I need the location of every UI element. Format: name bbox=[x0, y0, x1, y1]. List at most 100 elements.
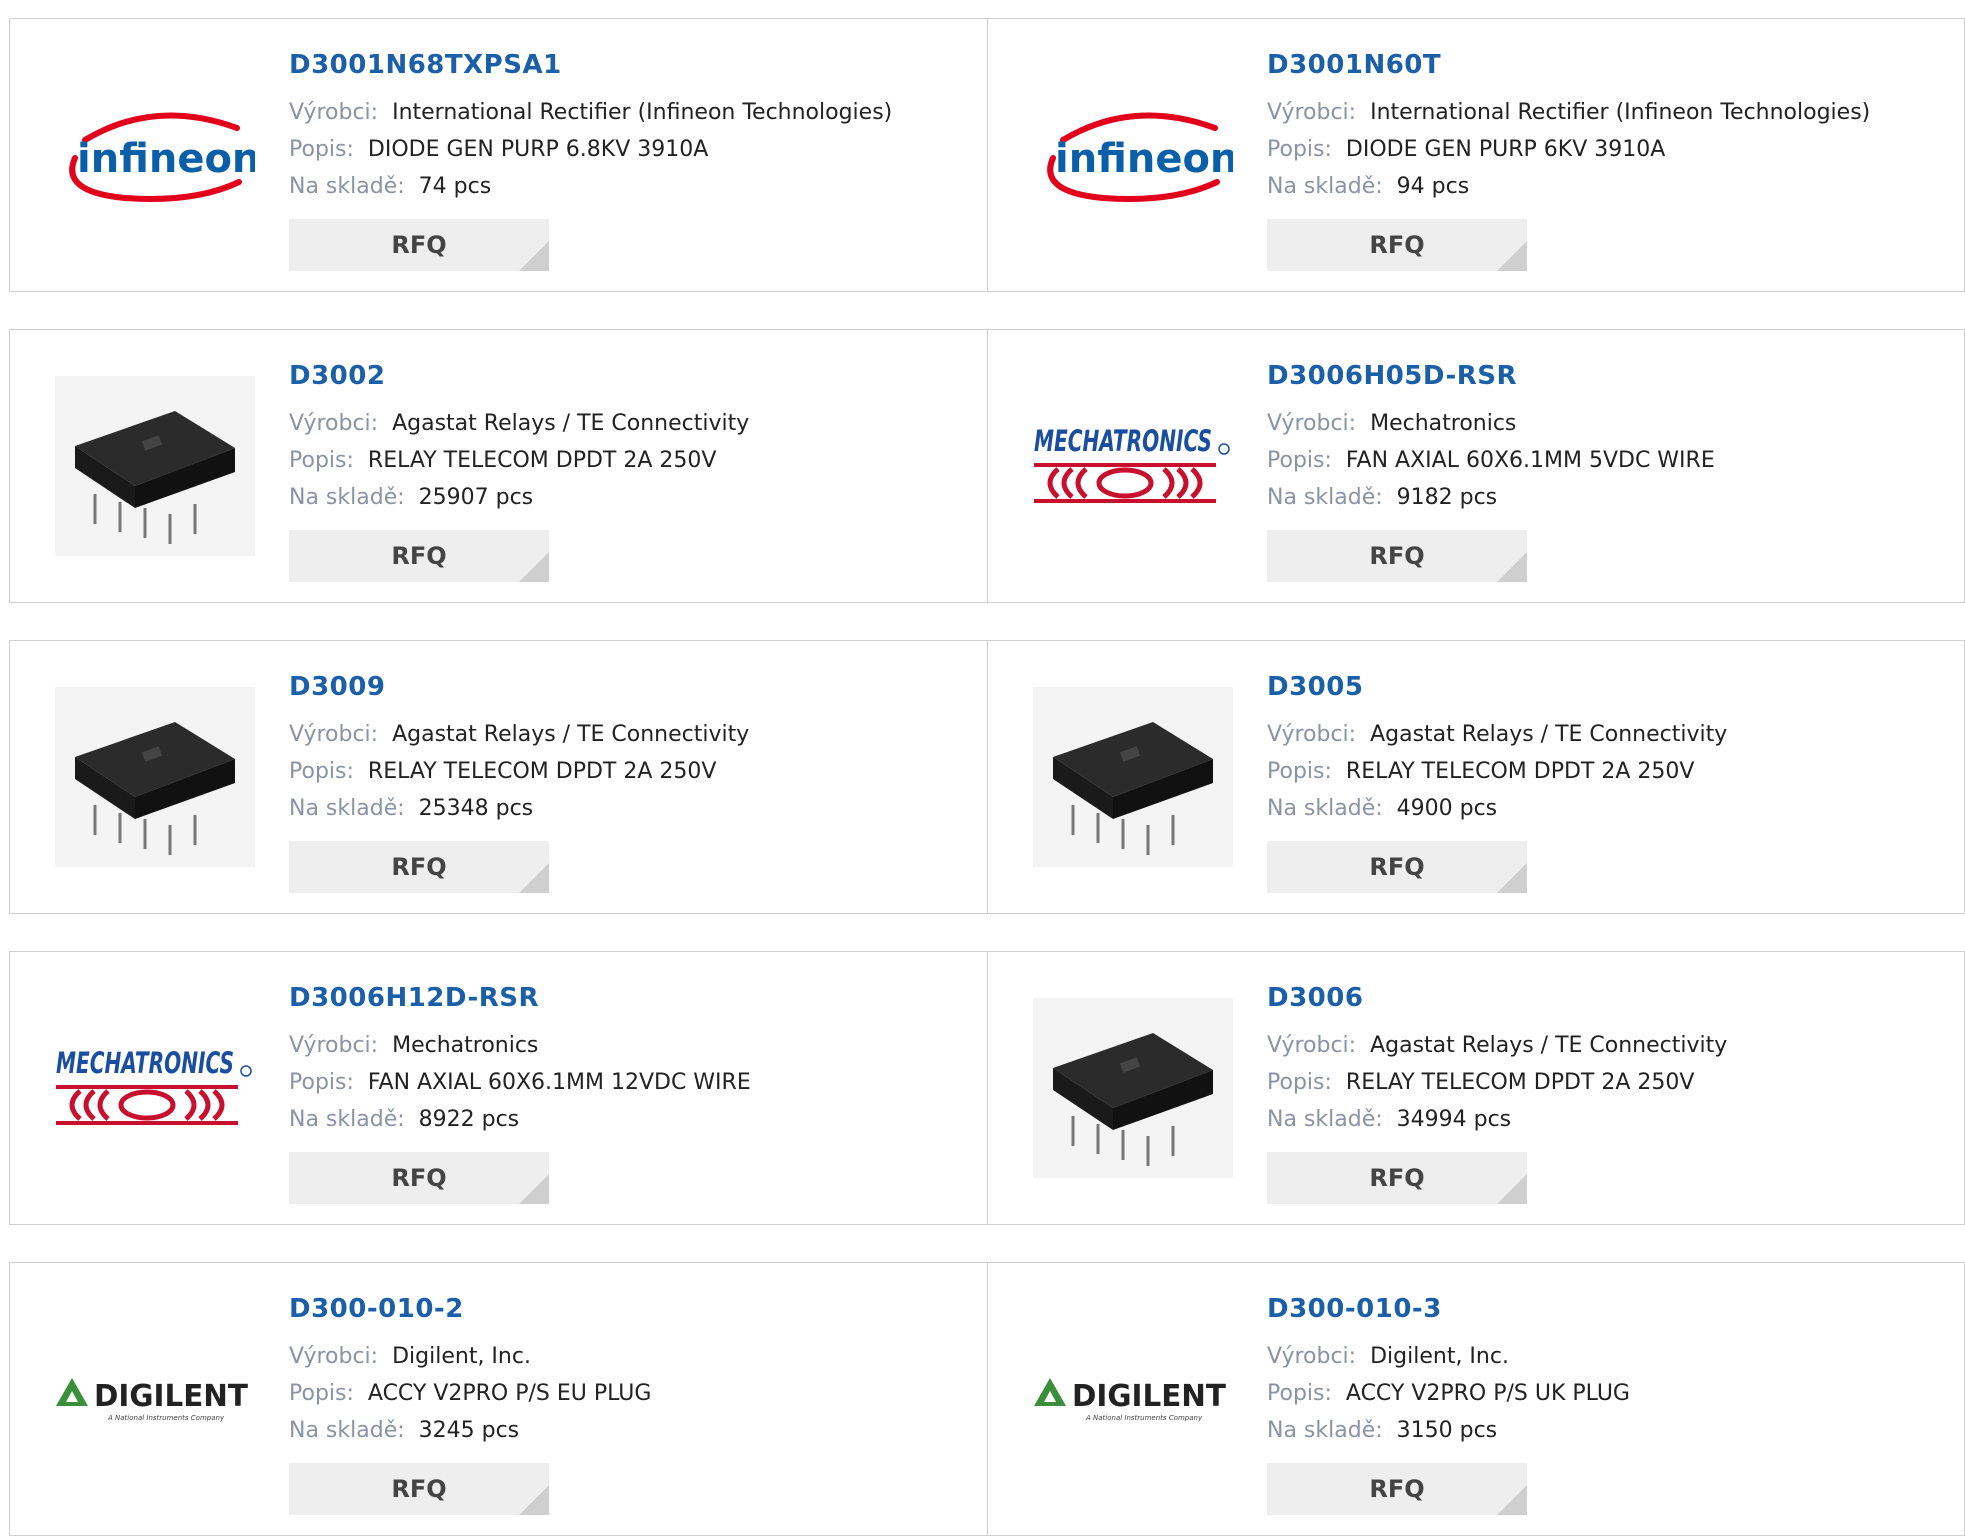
description-value: ACCY V2PRO P/S UK PLUG bbox=[1345, 1381, 1630, 1406]
rfq-label: RFQ bbox=[391, 1164, 447, 1192]
part-number-link[interactable]: D3006 bbox=[1267, 982, 1727, 1014]
part-number-link[interactable]: D3006H12D-RSR bbox=[289, 982, 751, 1014]
stock-line: Na skladě: 94 pcs bbox=[1267, 168, 1870, 205]
rfq-button[interactable]: RFQ bbox=[1267, 1463, 1527, 1515]
rfq-corner-decoration bbox=[1497, 241, 1527, 271]
manufacturer-logo[interactable] bbox=[50, 687, 260, 867]
product-card: infineon D3001N68TXPSA1 Výrobci: Internat… bbox=[10, 19, 987, 291]
manufacturer-line: Výrobci: Mechatronics bbox=[289, 1027, 751, 1064]
stock-label: Na skladě: bbox=[1267, 796, 1383, 821]
stock-line: Na skladě: 25907 pcs bbox=[289, 479, 749, 516]
product-info: D3006 Výrobci: Agastat Relays / TE Connec… bbox=[1267, 982, 1727, 1204]
description-value: RELAY TELECOM DPDT 2A 250V bbox=[367, 448, 717, 473]
manufacturer-logo[interactable]: infineon bbox=[50, 65, 260, 245]
part-number-link[interactable]: D300-010-2 bbox=[289, 1293, 651, 1325]
rfq-button[interactable]: RFQ bbox=[289, 219, 549, 271]
stock-value: 4900 pcs bbox=[1396, 796, 1498, 821]
rfq-label: RFQ bbox=[1369, 231, 1425, 259]
stock-line: Na skladě: 34994 pcs bbox=[1267, 1101, 1727, 1138]
rfq-button[interactable]: RFQ bbox=[289, 1463, 549, 1515]
manufacturer-label: Výrobci: bbox=[1267, 1344, 1357, 1369]
manufacturer-logo[interactable]: DIGILENT A National Instruments Company bbox=[50, 1309, 260, 1489]
stock-line: Na skladě: 3245 pcs bbox=[289, 1412, 651, 1449]
description-label: Popis: bbox=[1267, 759, 1332, 784]
description-value: RELAY TELECOM DPDT 2A 250V bbox=[367, 759, 717, 784]
manufacturer-value: International Rectifier (Infineon Techno… bbox=[392, 100, 893, 125]
rfq-corner-decoration bbox=[1497, 1174, 1527, 1204]
description-line: Popis: ACCY V2PRO P/S UK PLUG bbox=[1267, 1375, 1630, 1412]
description-value: RELAY TELECOM DPDT 2A 250V bbox=[1345, 759, 1695, 784]
rfq-button[interactable]: RFQ bbox=[1267, 1152, 1527, 1204]
rfq-label: RFQ bbox=[1369, 1164, 1425, 1192]
manufacturer-logo[interactable] bbox=[1028, 998, 1238, 1178]
description-line: Popis: ACCY V2PRO P/S EU PLUG bbox=[289, 1375, 651, 1412]
rfq-corner-decoration bbox=[1497, 552, 1527, 582]
manufacturer-logo[interactable]: MECHATRONICS bbox=[1028, 376, 1238, 556]
part-number-link[interactable]: D3009 bbox=[289, 671, 749, 703]
part-number-link[interactable]: D3006H05D-RSR bbox=[1267, 360, 1715, 392]
stock-line: Na skladě: 25348 pcs bbox=[289, 790, 749, 827]
manufacturer-logo[interactable] bbox=[50, 376, 260, 556]
relay-image bbox=[1033, 687, 1233, 867]
description-label: Popis: bbox=[289, 448, 354, 473]
stock-label: Na skladě: bbox=[1267, 174, 1383, 199]
rfq-label: RFQ bbox=[391, 231, 447, 259]
manufacturer-line: Výrobci: Mechatronics bbox=[1267, 405, 1715, 442]
stock-value: 25348 pcs bbox=[418, 796, 534, 821]
stock-label: Na skladě: bbox=[289, 1418, 405, 1443]
product-info: D3009 Výrobci: Agastat Relays / TE Connec… bbox=[289, 671, 749, 893]
rfq-button[interactable]: RFQ bbox=[1267, 530, 1527, 582]
logo-text: infineon bbox=[1055, 136, 1233, 182]
part-number-link[interactable]: D3001N60T bbox=[1267, 49, 1870, 81]
manufacturer-value: Agastat Relays / TE Connectivity bbox=[1370, 1033, 1728, 1058]
stock-label: Na skladě: bbox=[289, 1107, 405, 1132]
manufacturer-logo[interactable]: MECHATRONICS bbox=[50, 998, 260, 1178]
product-card: DIGILENT A National Instruments Company … bbox=[987, 1263, 1964, 1535]
product-info: D300-010-2 Výrobci: Digilent, Inc. Popis:… bbox=[289, 1293, 651, 1515]
description-label: Popis: bbox=[1267, 1070, 1332, 1095]
stock-label: Na skladě: bbox=[1267, 485, 1383, 510]
logo-text: MECHATRONICS bbox=[56, 1046, 234, 1080]
description-line: Popis: DIODE GEN PURP 6.8KV 3910A bbox=[289, 131, 892, 168]
part-number-link[interactable]: D3002 bbox=[289, 360, 749, 392]
manufacturer-line: Výrobci: Agastat Relays / TE Connectivity bbox=[289, 405, 749, 442]
rfq-label: RFQ bbox=[1369, 542, 1425, 570]
stock-value: 8922 pcs bbox=[418, 1107, 520, 1132]
relay-image bbox=[1033, 998, 1233, 1178]
rfq-corner-decoration bbox=[519, 1174, 549, 1204]
description-line: Popis: DIODE GEN PURP 6KV 3910A bbox=[1267, 131, 1870, 168]
description-value: DIODE GEN PURP 6KV 3910A bbox=[1345, 137, 1666, 162]
stock-value: 3245 pcs bbox=[418, 1418, 520, 1443]
manufacturer-line: Výrobci: Agastat Relays / TE Connectivity bbox=[289, 716, 749, 753]
description-label: Popis: bbox=[289, 137, 354, 162]
product-info: D3006H05D-RSR Výrobci: Mechatronics Popis… bbox=[1267, 360, 1715, 582]
product-info: D3005 Výrobci: Agastat Relays / TE Connec… bbox=[1267, 671, 1727, 893]
stock-value: 74 pcs bbox=[418, 174, 492, 199]
rfq-button[interactable]: RFQ bbox=[289, 530, 549, 582]
rfq-button[interactable]: RFQ bbox=[289, 1152, 549, 1204]
product-card: D3002 Výrobci: Agastat Relays / TE Connec… bbox=[10, 330, 987, 602]
description-line: Popis: RELAY TELECOM DPDT 2A 250V bbox=[289, 442, 749, 479]
rfq-button[interactable]: RFQ bbox=[1267, 219, 1527, 271]
manufacturer-logo[interactable]: infineon bbox=[1028, 65, 1238, 245]
manufacturer-value: Agastat Relays / TE Connectivity bbox=[392, 411, 750, 436]
description-value: FAN AXIAL 60X6.1MM 12VDC WIRE bbox=[367, 1070, 751, 1095]
infineon-logo: infineon bbox=[1047, 112, 1233, 202]
part-number-link[interactable]: D3005 bbox=[1267, 671, 1727, 703]
description-value: ACCY V2PRO P/S EU PLUG bbox=[367, 1381, 652, 1406]
manufacturer-logo[interactable] bbox=[1028, 687, 1238, 867]
part-number-link[interactable]: D3001N68TXPSA1 bbox=[289, 49, 892, 81]
stock-line: Na skladě: 74 pcs bbox=[289, 168, 892, 205]
product-info: D3006H12D-RSR Výrobci: Mechatronics Popis… bbox=[289, 982, 751, 1204]
rfq-button[interactable]: RFQ bbox=[1267, 841, 1527, 893]
manufacturer-label: Výrobci: bbox=[1267, 722, 1357, 747]
description-line: Popis: FAN AXIAL 60X6.1MM 5VDC WIRE bbox=[1267, 442, 1715, 479]
description-label: Popis: bbox=[289, 759, 354, 784]
manufacturer-line: Výrobci: International Rectifier (Infineo… bbox=[289, 94, 892, 131]
rfq-label: RFQ bbox=[391, 542, 447, 570]
product-row: D3002 Výrobci: Agastat Relays / TE Connec… bbox=[9, 329, 1965, 603]
rfq-button[interactable]: RFQ bbox=[289, 841, 549, 893]
product-info: D3001N68TXPSA1 Výrobci: International Rec… bbox=[289, 49, 892, 271]
manufacturer-logo[interactable]: DIGILENT A National Instruments Company bbox=[1028, 1309, 1238, 1489]
part-number-link[interactable]: D300-010-3 bbox=[1267, 1293, 1630, 1325]
